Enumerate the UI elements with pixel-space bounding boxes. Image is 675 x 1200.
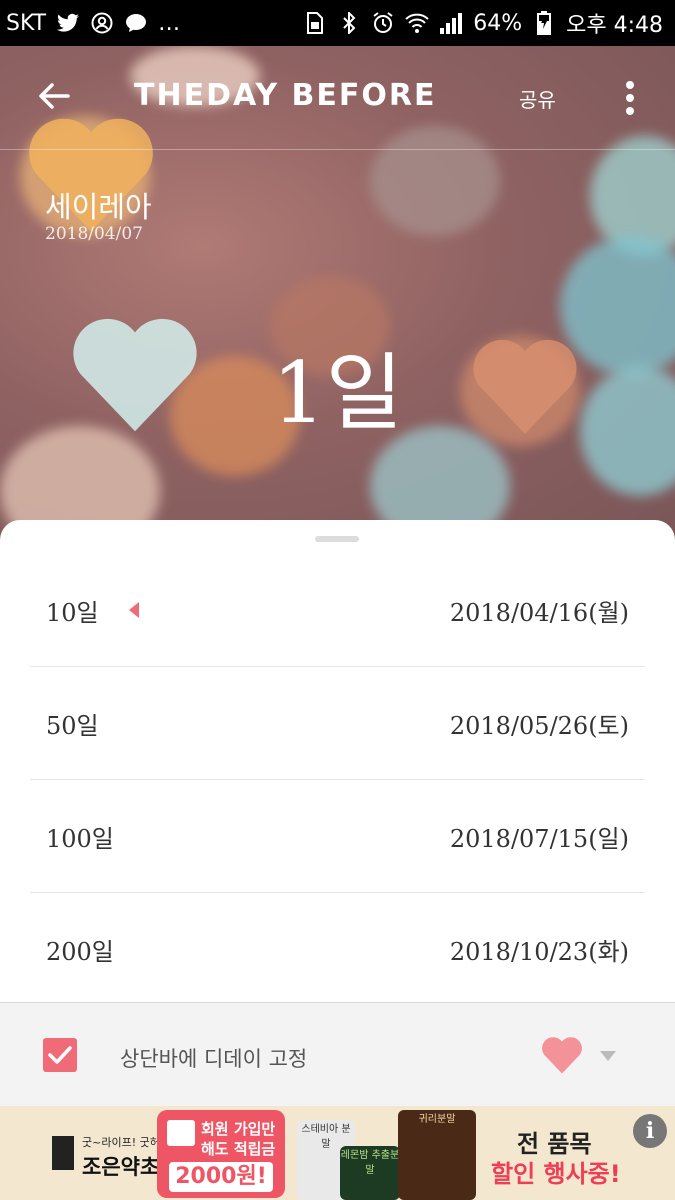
milestone-label: 100일 [46, 824, 114, 853]
milestone-left: 200일 [46, 932, 114, 967]
chevron-down-icon[interactable] [600, 1051, 616, 1061]
milestone-label: 10일 [46, 598, 99, 627]
back-arrow-icon[interactable] [34, 76, 74, 116]
more-notifications-indicator: … [158, 10, 181, 36]
ad-promo-line2: 해도 적립금 [201, 1140, 276, 1158]
product-image: 귀리분말 [398, 1110, 476, 1200]
bluetooth-icon [337, 11, 361, 35]
twitter-icon [56, 11, 80, 35]
milestone-row[interactable]: 50일 2018/05/26(토) [30, 667, 645, 780]
milestone-sheet: 10일 2018/04/16(월) 50일 2018/05/26(토) 100일… [0, 520, 675, 1002]
status-bar: SKT … 64% 오후 4:48 [0, 0, 675, 46]
milestone-left: 10일 [46, 593, 139, 628]
next-milestone-marker-icon [128, 602, 139, 618]
milestone-left: 100일 [46, 819, 114, 854]
pin-label: 상단바에 디데이 고정 [120, 1047, 308, 1071]
ad-banner[interactable]: 굿~라이프! 굿허브! 조은약초 회원 가입만 해도 적립금 2000원! 스테… [0, 1106, 675, 1200]
event-title: 세이레아 [45, 190, 152, 224]
app-bar: THEDAY BEFORE 공유 [0, 46, 675, 150]
ad-sale-line2: 할인 행사중! [491, 1160, 621, 1188]
milestone-date: 2018/10/23(화) [449, 938, 629, 966]
milestone-row[interactable]: 100일 2018/07/15(일) [30, 780, 645, 893]
pin-to-statusbar-bar: 상단바에 디데이 고정 [0, 1002, 675, 1106]
brand-logo-icon [52, 1136, 74, 1170]
sheet-drag-handle[interactable] [315, 536, 359, 542]
dday-count: 1일 [272, 344, 403, 442]
signal-icon [439, 11, 463, 35]
milestone-row[interactable]: 10일 2018/04/16(월) [30, 554, 645, 667]
more-vert-icon[interactable] [620, 80, 640, 116]
battery-charging-icon [532, 11, 556, 35]
product-label: 레몬밤 추출분말 [340, 1150, 400, 1176]
product-label: 귀리분말 [418, 1114, 456, 1125]
clock: 오후 4:48 [566, 13, 663, 38]
pin-checkbox[interactable] [43, 1038, 77, 1072]
status-left: SKT … [6, 11, 180, 36]
milestone-date: 2018/05/26(토) [449, 711, 629, 740]
milestone-row[interactable]: 200일 2018/10/23(화) [30, 893, 645, 1006]
event-start-date: 2018/04/07 [45, 224, 143, 244]
product-image: 레몬밤 추출분말 [340, 1146, 400, 1200]
alarm-icon [371, 11, 395, 35]
ad-info-icon[interactable]: i [633, 1114, 667, 1148]
account-circle-icon [90, 11, 114, 35]
share-button[interactable]: 공유 [519, 84, 556, 113]
ad-promo-line1: 회원 가입만 [201, 1120, 276, 1138]
gift-icon [167, 1120, 195, 1146]
milestone-label: 200일 [46, 938, 114, 966]
carrier-label: SKT [6, 10, 47, 36]
wifi-icon [405, 11, 429, 35]
app-logo: THEDAY BEFORE [134, 78, 437, 113]
milestone-label: 50일 [46, 711, 99, 740]
hero-background: THEDAY BEFORE 공유 세이레아 2018/04/07 1일 [0, 46, 675, 546]
ad-brand: 조은약초 [82, 1155, 160, 1179]
chat-bubble-icon [124, 11, 148, 35]
sim-icon [303, 11, 327, 35]
status-right: 64% 오후 4:48 [303, 7, 663, 39]
milestone-date: 2018/07/15(일) [449, 824, 629, 853]
ad-promo-amount: 2000원! [169, 1162, 273, 1192]
heart-style-icon[interactable] [541, 1035, 583, 1075]
milestone-left: 50일 [46, 706, 99, 741]
ad-promo-box: 회원 가입만 해도 적립금 2000원! [157, 1110, 285, 1198]
battery-percent: 64% [473, 10, 523, 36]
check-icon [48, 1046, 72, 1064]
milestone-date: 2018/04/16(월) [449, 598, 629, 627]
